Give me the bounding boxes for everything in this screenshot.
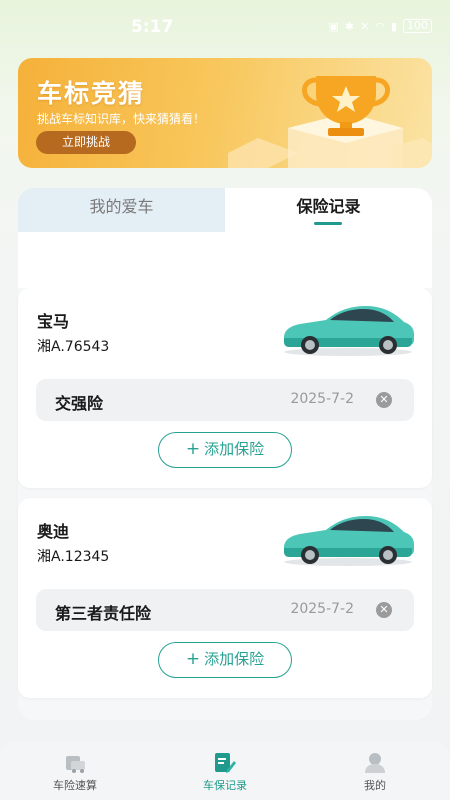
tab-bar: 我的爱车 保险记录 [18,188,432,232]
close-icon[interactable]: ✕ [376,392,392,408]
mute-icon: ✕ [360,19,370,33]
wifi-icon: ◠ [375,19,385,33]
insurance-item[interactable]: 第三者责任险 2025-7-2 ✕ [36,589,414,631]
insurance-name: 第三者责任险 [55,604,152,623]
user-icon [365,753,385,773]
banner-title: 车标竞猜 [37,79,146,108]
nav-label: 车保记录 [203,779,247,792]
edit-record-icon [215,753,236,773]
car-icon [284,516,414,566]
bluetooth-icon: ✱ [344,19,355,33]
nav-item-profile[interactable]: 我的 [300,742,450,800]
tab-active-indicator [314,222,342,225]
car-icon [284,306,414,356]
car-card: 奥迪 湘A.12345 第三者责任险 2025-7-2 ✕ + 添加保险 [18,498,432,698]
main-card: 我的爱车 保险记录 宝马 湘A.76543 交强险 2025-7-2 ✕ + 添加… [18,188,432,720]
tab-content-spacer [18,232,432,288]
add-insurance-label: 添加保险 [204,650,265,668]
nav-item-records[interactable]: 车保记录 [150,742,300,800]
signal-icon: ▮ [390,19,397,33]
close-icon[interactable]: ✕ [376,602,392,618]
nav-item-quote[interactable]: 车险速算 [0,742,150,800]
car-card: 宝马 湘A.76543 交强险 2025-7-2 ✕ + 添加保险 [18,288,432,488]
nav-label: 车险速算 [53,779,97,792]
bottom-nav: 车险速算 车保记录 我的 [0,742,450,800]
tab-label: 保险记录 [296,197,361,216]
tab-label: 我的爱车 [89,197,154,216]
status-icons: ▣ ✱ ✕ ◠ ▮ 100 [328,19,432,33]
banner-subtitle: 挑战车标知识库，快来猜猜看！ [37,112,206,126]
insurance-date: 2025-7-2 [290,601,354,617]
car-plate: 湘A.76543 [37,339,110,355]
insurance-item[interactable]: 交强险 2025-7-2 ✕ [36,379,414,421]
car-icon [66,756,85,773]
nav-label: 我的 [364,779,386,792]
nfc-icon: ▣ [328,19,339,33]
battery-icon: 100 [403,19,432,33]
promo-banner[interactable]: 车标竞猜 挑战车标知识库，快来猜猜看！ 立即挑战 [18,58,432,168]
add-insurance-button[interactable]: + 添加保险 [158,432,292,468]
status-time: 5:17 [131,17,174,37]
add-insurance-button[interactable]: + 添加保险 [158,642,292,678]
challenge-button[interactable]: 立即挑战 [36,131,136,154]
plus-icon: + [185,439,201,459]
plus-icon: + [185,649,201,669]
insurance-name: 交强险 [55,394,104,413]
tab-insurance-records[interactable]: 保险记录 [225,188,432,232]
tab-my-cars[interactable]: 我的爱车 [18,188,225,232]
car-name: 奥迪 [37,522,70,541]
insurance-date: 2025-7-2 [290,391,354,407]
car-plate: 湘A.12345 [37,549,110,565]
status-bar: 5:17 ▣ ✱ ✕ ◠ ▮ 100 [0,0,450,52]
add-insurance-label: 添加保险 [204,440,265,458]
car-name: 宝马 [37,312,70,331]
trophy-icon [228,76,432,168]
